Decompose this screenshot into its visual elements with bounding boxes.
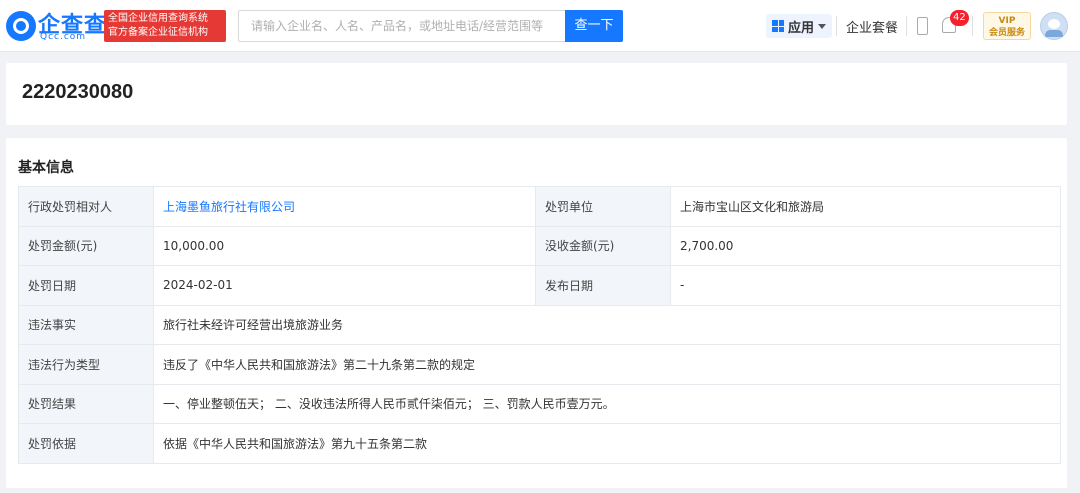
field-value: 旅行社未经许可经营出境旅游业务 <box>153 304 1061 345</box>
header-divider <box>972 16 973 36</box>
field-label: 处罚依据 <box>18 423 154 464</box>
field-value: 上海市宝山区文化和旅游局 <box>670 186 1061 227</box>
qcc-logo-icon[interactable] <box>6 11 36 41</box>
apps-label: 应用 <box>788 20 815 36</box>
table-row: 处罚结果 一、停业整顿伍天； 二、没收违法所得人民币贰仟柒佰元； 三、罚款人民币… <box>18 383 1061 424</box>
field-value: 一、停业整顿伍天； 二、没收违法所得人民币贰仟柒佰元； 三、罚款人民币壹万元。 <box>153 383 1061 424</box>
field-label: 发布日期 <box>535 265 671 306</box>
field-value: 违反了《中华人民共和国旅游法》第二十九条第二款的规定 <box>153 344 1061 385</box>
table-row: 行政处罚相对人 上海墨鱼旅行社有限公司 处罚单位 上海市宝山区文化和旅游局 <box>18 186 1061 227</box>
field-label: 处罚金额(元) <box>18 225 154 266</box>
record-title-card: 2220230080 <box>6 63 1067 125</box>
field-label: 处罚日期 <box>18 265 154 306</box>
field-label: 没收金额(元) <box>535 225 671 266</box>
field-label: 处罚结果 <box>18 383 154 424</box>
field-value: 2,700.00 <box>670 225 1061 266</box>
header-divider <box>906 16 907 36</box>
field-value: 依据《中华人民共和国旅游法》第九十五条第二款 <box>153 423 1061 464</box>
field-label: 违法行为类型 <box>18 344 154 385</box>
badge-line-2: 官方备案企业征信机构 <box>108 27 208 38</box>
official-badge: 全国企业信用查询系统 官方备案企业征信机构 <box>104 10 226 42</box>
basic-info-card: 基本信息 行政处罚相对人 上海墨鱼旅行社有限公司 处罚单位 上海市宝山区文化和旅… <box>6 138 1067 488</box>
chevron-down-icon <box>818 23 827 29</box>
mobile-phone-icon[interactable] <box>917 17 928 35</box>
record-id-title: 2220230080 <box>22 81 134 103</box>
vip-sublabel: 会员服务 <box>988 28 1025 38</box>
search-input[interactable] <box>238 10 566 42</box>
enterprise-package-link[interactable]: 企业套餐 <box>846 17 898 36</box>
basic-info-table: 行政处罚相对人 上海墨鱼旅行社有限公司 处罚单位 上海市宝山区文化和旅游局 处罚… <box>18 186 1061 464</box>
badge-line-1: 全国企业信用查询系统 <box>108 13 208 24</box>
table-row: 违法行为类型 违反了《中华人民共和国旅游法》第二十九条第二款的规定 <box>18 344 1061 385</box>
section-title: 基本信息 <box>18 160 74 176</box>
table-row: 处罚日期 2024-02-01 发布日期 - <box>18 265 1061 306</box>
field-value: 10,000.00 <box>153 225 536 266</box>
search-button[interactable]: 查一下 <box>565 10 623 42</box>
table-row: 违法事实 旅行社未经许可经营出境旅游业务 <box>18 304 1061 345</box>
field-label: 违法事实 <box>18 304 154 345</box>
field-label: 行政处罚相对人 <box>18 186 154 227</box>
penalized-party-link[interactable]: 上海墨鱼旅行社有限公司 <box>153 186 536 227</box>
vip-label: VIP <box>998 16 1016 26</box>
user-avatar[interactable] <box>1040 12 1068 40</box>
apps-grid-icon <box>772 20 784 32</box>
table-row: 处罚金额(元) 10,000.00 没收金额(元) 2,700.00 <box>18 225 1061 266</box>
notification-count-badge: 42 <box>950 10 969 26</box>
apps-menu[interactable]: 应用 <box>766 14 833 38</box>
field-label: 处罚单位 <box>535 186 671 227</box>
field-value: - <box>670 265 1061 306</box>
top-header: 企查查 Qcc.com 全国企业信用查询系统 官方备案企业征信机构 查一下 应用… <box>0 0 1080 52</box>
table-row: 处罚依据 依据《中华人民共和国旅游法》第九十五条第二款 <box>18 423 1061 464</box>
field-value: 2024-02-01 <box>153 265 536 306</box>
logo-subtext: Qcc.com <box>40 32 87 42</box>
header-divider <box>836 16 837 36</box>
vip-member-button[interactable]: VIP 会员服务 <box>983 12 1031 40</box>
